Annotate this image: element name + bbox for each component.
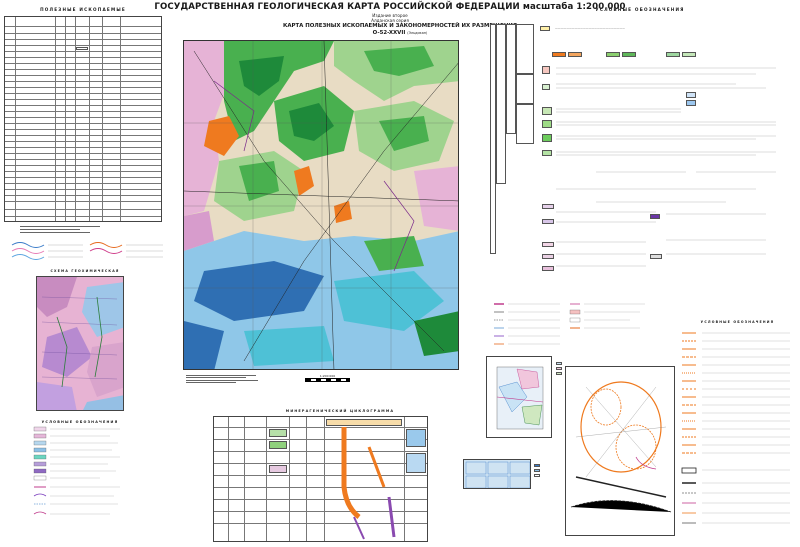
main-map-graphics bbox=[184, 41, 458, 369]
right-lower-legend-graphics bbox=[681, 332, 790, 524]
sheet-name: (Эльдикан) bbox=[407, 31, 428, 35]
left-mini-legends bbox=[8, 239, 166, 265]
right-lower-legend bbox=[680, 328, 795, 540]
minerals-table-title: ПОЛЕЗНЫЕ ИСКОПАЕМЫЕ bbox=[40, 7, 126, 12]
right-symbol-legend bbox=[490, 298, 650, 358]
left-lower-legend: УСЛОВНЫЕ ОБОЗНАЧЕНИЯ bbox=[30, 420, 130, 535]
scale-bar: 1:200 000 bbox=[305, 374, 350, 382]
minerals-note bbox=[20, 224, 150, 235]
structural-inset-map bbox=[486, 356, 552, 438]
mini-legend-graphics bbox=[11, 242, 163, 260]
sheet-label: O-52-XXVII (Эльдикан) bbox=[300, 30, 500, 36]
minerals-table: ПОЛЕЗНЫЕ ИСКОПАЕМЫЕ bbox=[4, 7, 162, 222]
right-lower-legend-title: УСЛОВНЫЕ ОБОЗНАЧЕНИЯ bbox=[700, 320, 775, 324]
geochem-inset-map bbox=[36, 276, 124, 411]
aero-inset-legend bbox=[534, 462, 569, 479]
right-legend-title: УСЛОВНЫЕ ОБОЗНАЧЕНИЯ bbox=[595, 7, 685, 12]
structural-inset-graphics bbox=[487, 357, 551, 437]
aero-inset-map bbox=[463, 459, 531, 489]
aero-inset-graphics bbox=[464, 460, 530, 488]
right-legend: ————————————————————————— bbox=[490, 14, 790, 294]
map-imprint bbox=[186, 373, 276, 385]
cyclogram-graphics bbox=[341, 427, 396, 540]
sheet-code: O-52-XXVII bbox=[372, 30, 406, 36]
scheme-map-graphics bbox=[566, 367, 674, 535]
right-symbol-graphics bbox=[494, 303, 645, 345]
cyclogram-table bbox=[213, 416, 428, 542]
geochem-inset-graphics bbox=[37, 277, 123, 410]
cyclogram-title: МИНЕРАГЕНИЧЕСКИЙ ЦИКЛОГРАММА bbox=[285, 409, 395, 413]
scheme-map bbox=[565, 366, 675, 536]
left-lower-legend-swatches bbox=[33, 426, 120, 515]
main-map[interactable] bbox=[183, 40, 459, 370]
right-legend-lines bbox=[556, 67, 776, 267]
geochem-inset-title: СХЕМА ГЕОХИМИЧЕСКАЯ bbox=[50, 269, 120, 273]
